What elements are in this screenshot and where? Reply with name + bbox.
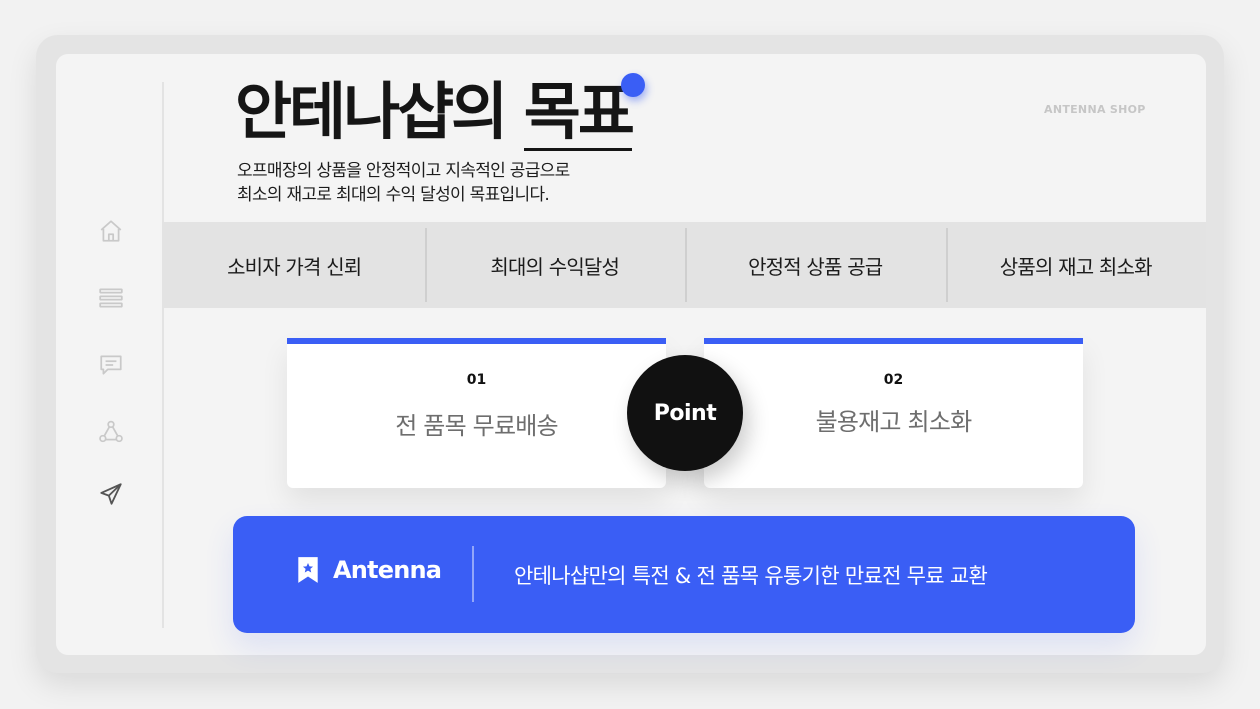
point-card-number: 01	[466, 372, 487, 388]
banner-text: 안테나샵만의 특전 & 전 품목 유통기한 만료전 무료 교환	[514, 564, 988, 588]
subtitle-line: 오프매장의 상품을 안정적이고 지속적인 공급으로	[237, 161, 570, 181]
sidebar-divider	[162, 82, 164, 628]
tab-min-inventory[interactable]: 상품의 재고 최소화	[945, 222, 1207, 308]
subtitle-line: 최소의 재고로 최대의 수익 달성이 목표입니다.	[237, 185, 550, 205]
menu-icon[interactable]	[96, 283, 126, 313]
message-icon[interactable]	[96, 350, 126, 380]
tab-max-profit[interactable]: 최대의 수익달성	[424, 222, 686, 308]
tab-stable-supply[interactable]: 안정적 상품 공급	[685, 222, 946, 308]
banner-divider	[472, 546, 474, 602]
tab-price-trust[interactable]: 소비자 가격 신뢰	[164, 222, 425, 308]
send-icon[interactable]	[96, 479, 126, 509]
point-card-text: 전 품목 무료배송	[395, 412, 558, 440]
point-card-2: 02 불용재고 최소화	[704, 338, 1083, 488]
banner-logo: Antenna	[297, 556, 442, 584]
page-title-main: 안테나샵의	[235, 75, 524, 148]
accent-dot	[621, 73, 645, 97]
promo-banner[interactable]: Antenna 안테나샵만의 특전 & 전 품목 유통기한 만료전 무료 교환	[233, 516, 1135, 633]
page-subtitle: 오프매장의 상품을 안정적이고 지속적인 공급으로 최소의 재고로 최대의 수익…	[237, 159, 570, 207]
share-icon[interactable]	[96, 417, 126, 447]
point-card-text: 불용재고 최소화	[815, 408, 973, 436]
goal-tab-bar: 소비자 가격 신뢰 최대의 수익달성 안정적 상품 공급 상품의 재고 최소화	[164, 222, 1206, 308]
point-card-number: 02	[883, 372, 904, 388]
home-icon[interactable]	[96, 216, 126, 246]
page-title: 안테나샵의 목표	[235, 74, 635, 151]
page-title-emphasis: 목표	[523, 75, 635, 151]
point-card-1: 01 전 품목 무료배송	[287, 338, 666, 488]
brand-tag: ANTENNA SHOP	[1044, 103, 1146, 116]
bookmark-star-icon	[298, 557, 318, 583]
banner-brand: Antenna	[333, 556, 442, 584]
point-badge: Point	[627, 355, 743, 471]
